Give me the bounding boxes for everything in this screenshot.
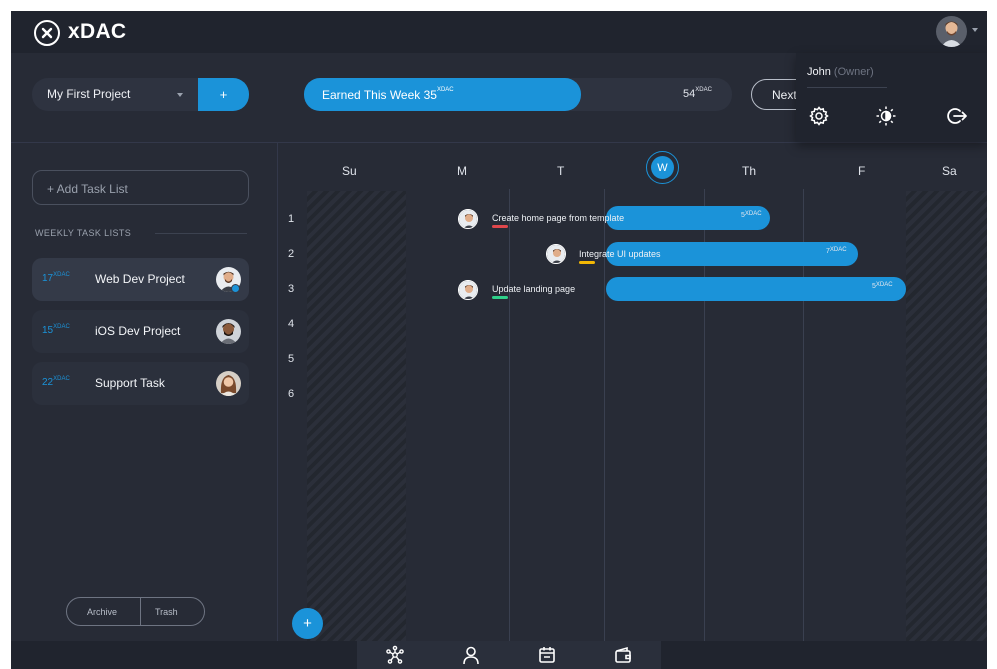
sidebar: + Add Task List WEEKLY TASK LISTS 17XDAC… — [11, 143, 278, 641]
task-list-item[interactable]: 22XDAC Support Task — [32, 362, 249, 405]
status-badge — [231, 284, 240, 293]
day-label-monday: M — [457, 164, 467, 178]
network-icon — [386, 645, 404, 664]
task-list-name: Support Task — [95, 376, 165, 390]
day-label-wednesday[interactable]: W — [651, 156, 674, 179]
priority-marker — [579, 261, 595, 264]
divider — [155, 233, 247, 234]
day-label-sunday: Su — [342, 164, 357, 178]
brightness-icon[interactable] — [875, 105, 897, 127]
row-number: 6 — [288, 388, 295, 400]
settings-icon[interactable] — [808, 105, 830, 127]
row-number: 2 — [288, 248, 295, 260]
day-label-friday: F — [858, 164, 866, 178]
project-select[interactable]: My First Project — [32, 78, 198, 111]
row-number: 5 — [288, 353, 295, 365]
chevron-down-icon — [177, 93, 183, 97]
bottom-nav — [11, 641, 987, 669]
weekly-task-lists-heading: WEEKLY TASK LISTS — [35, 228, 132, 238]
trash-button[interactable]: Trash — [155, 607, 178, 617]
weekend-column-saturday — [906, 191, 987, 641]
task-list-name: Web Dev Project — [95, 272, 185, 286]
task-list-item[interactable]: 15XDAC iOS Dev Project — [32, 310, 249, 353]
nav-calendar-button[interactable] — [509, 641, 585, 669]
add-task-button[interactable]: + — [292, 608, 323, 639]
divider — [140, 598, 141, 625]
add-task-list-input[interactable]: + Add Task List — [32, 170, 249, 205]
avatar — [216, 319, 241, 344]
nav-profile-button[interactable] — [433, 641, 509, 669]
task-points: 7XDAC — [826, 247, 847, 255]
row-number: 4 — [288, 318, 295, 330]
task-points: 15XDAC — [42, 324, 70, 336]
divider — [807, 87, 887, 88]
avatar — [458, 280, 478, 300]
user-icon — [463, 646, 479, 665]
chevron-down-icon[interactable] — [972, 28, 978, 32]
row-number: 1 — [288, 213, 295, 225]
calendar-icon — [539, 647, 555, 663]
earned-progress-bar: Earned This Week 35XDAC 54XDAC — [304, 78, 732, 111]
task-title[interactable]: Integrate UI updates — [579, 249, 661, 259]
weekend-column-sunday — [307, 191, 406, 641]
archive-trash-toggle: Archive Trash — [66, 597, 205, 626]
day-label-tuesday: T — [557, 164, 565, 178]
priority-marker — [492, 225, 508, 228]
grid-line — [509, 189, 510, 641]
logout-icon[interactable] — [946, 105, 968, 127]
archive-button[interactable]: Archive — [87, 607, 117, 617]
user-name-label: John (Owner) — [807, 66, 874, 78]
task-list-name: iOS Dev Project — [95, 324, 181, 338]
task-points: 5XDAC — [741, 211, 762, 219]
app-window: xDAC My First Project + Earned This Week… — [11, 11, 987, 669]
app-name: xDAC — [68, 20, 127, 43]
task-title[interactable]: Update landing page — [492, 284, 575, 294]
user-avatar[interactable] — [936, 16, 967, 47]
task-points: 5XDAC — [872, 282, 893, 290]
wallet-icon — [615, 646, 631, 663]
task-list-item[interactable]: 17XDAC Web Dev Project — [32, 258, 249, 301]
avatar — [216, 371, 241, 396]
task-title[interactable]: Create home page from template — [492, 213, 624, 223]
earned-max: 54XDAC — [683, 87, 712, 100]
logo-icon — [34, 20, 60, 46]
task-bar[interactable] — [606, 277, 906, 301]
avatar — [458, 209, 478, 229]
weekly-calendar: Su M T W Th F Sa 1 2 3 4 5 6 5XDAC Creat… — [278, 143, 987, 641]
project-select-label: My First Project — [47, 87, 131, 101]
day-label-thursday: Th — [742, 164, 757, 178]
nav-wallet-button[interactable] — [585, 641, 661, 669]
add-project-button[interactable]: + — [198, 78, 249, 111]
day-label-saturday: Sa — [942, 164, 957, 178]
user-menu: John (Owner) — [796, 53, 987, 142]
top-bar: xDAC — [11, 11, 987, 53]
task-points: 22XDAC — [42, 376, 70, 388]
earned-label: Earned This Week 35XDAC — [322, 87, 454, 102]
nav-network-button[interactable] — [357, 641, 433, 669]
priority-marker — [492, 296, 508, 299]
row-number: 3 — [288, 283, 295, 295]
task-points: 17XDAC — [42, 272, 70, 284]
avatar — [546, 244, 566, 264]
